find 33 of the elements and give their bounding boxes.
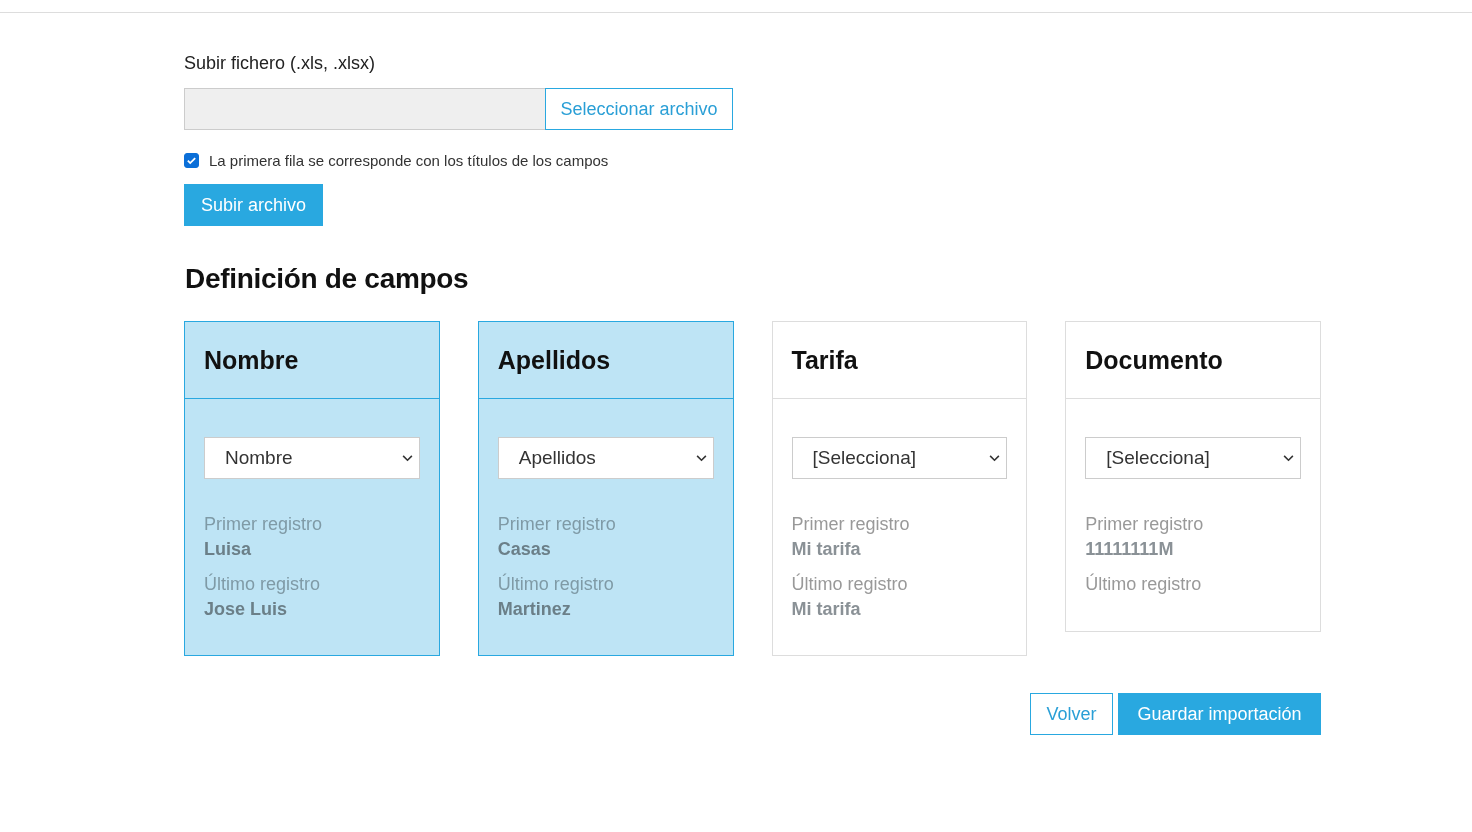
last-record-label: Último registro	[791, 572, 909, 596]
last-record-label: Último registro	[497, 572, 615, 596]
header-row-checkbox[interactable]	[184, 153, 199, 168]
first-record-value: 11111111M	[1085, 538, 1175, 561]
last-record-value: Mi tarifa	[791, 598, 862, 621]
last-record-value: Martinez	[497, 598, 572, 621]
last-record-label: Último registro	[1085, 572, 1203, 596]
chevron-down-icon	[1283, 454, 1294, 462]
field-title: Nombre	[204, 345, 299, 375]
section-title: Definición de campos	[185, 262, 470, 296]
last-record-value: Jose Luis	[204, 598, 289, 621]
first-record-value: Casas	[497, 538, 552, 561]
field-title: Tarifa	[791, 345, 858, 375]
first-record-label: Primer registro	[497, 513, 617, 536]
chevron-down-icon	[695, 454, 707, 462]
last-record-label: Último registro	[204, 572, 322, 596]
first-record-label: Primer registro	[1085, 513, 1205, 536]
first-record-value: Luisa	[204, 538, 252, 561]
chevron-down-icon	[401, 454, 413, 462]
file-name-field[interactable]	[184, 88, 545, 130]
first-record-label: Primer registro	[204, 513, 324, 536]
checkmark-icon	[186, 155, 197, 166]
field-title: Apellidos	[497, 345, 611, 375]
first-record-label: Primer registro	[791, 513, 911, 536]
column-select[interactable]: [Selecciona]	[1085, 437, 1301, 479]
field-title: Documento	[1085, 345, 1223, 375]
header-row-label: La primera fila se corresponde con los títulos de los campos	[209, 152, 609, 169]
chevron-down-icon	[989, 454, 1001, 462]
column-select[interactable]: Nombre	[204, 437, 420, 479]
upload-label: Subir fichero (.xls, .xlsx)	[184, 52, 377, 75]
first-record-value: Mi tarifa	[791, 538, 862, 561]
column-select[interactable]: Apellidos	[497, 437, 714, 479]
column-select[interactable]: [Selecciona]	[791, 437, 1008, 479]
